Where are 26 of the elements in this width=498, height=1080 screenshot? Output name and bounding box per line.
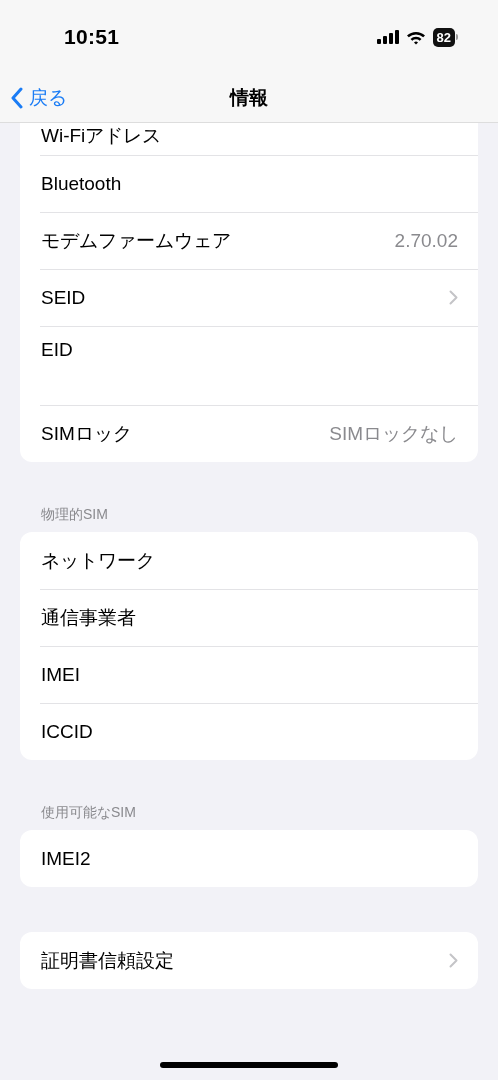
row-value: SIMロックなし	[329, 421, 458, 446]
settings-row[interactable]: SEID	[20, 269, 478, 326]
row-label: IMEI2	[41, 847, 91, 870]
row-label: SIMロック	[41, 421, 132, 446]
section-header: 使用可能なSIM	[40, 804, 137, 822]
back-button[interactable]: 戻る	[10, 74, 67, 122]
row-label: ネットワーク	[41, 548, 155, 573]
home-indicator[interactable]	[160, 1062, 338, 1068]
row-label: EID	[41, 339, 73, 361]
battery-icon: 82	[432, 27, 458, 47]
row-label: Wi-Fiアドレス	[41, 124, 162, 148]
wifi-icon	[405, 29, 426, 45]
nav-title: 情報	[230, 86, 268, 110]
signal-icon	[376, 30, 399, 44]
chevron-icon	[449, 290, 458, 305]
section-header: 物理的SIM	[40, 506, 109, 524]
row-label: IMEI	[41, 663, 81, 686]
chevron-icon	[449, 953, 458, 968]
row-label: Bluetooth	[41, 172, 122, 195]
row-value: 2.70.02	[394, 229, 458, 252]
row-label: ICCID	[41, 720, 93, 743]
row-label: モデムファームウェア	[41, 228, 231, 253]
settings-row[interactable]: 証明書信頼設定	[20, 932, 478, 989]
back-chevron-icon	[10, 87, 23, 109]
row-label: 通信事業者	[41, 605, 136, 630]
status-time: 10:51	[64, 25, 120, 49]
